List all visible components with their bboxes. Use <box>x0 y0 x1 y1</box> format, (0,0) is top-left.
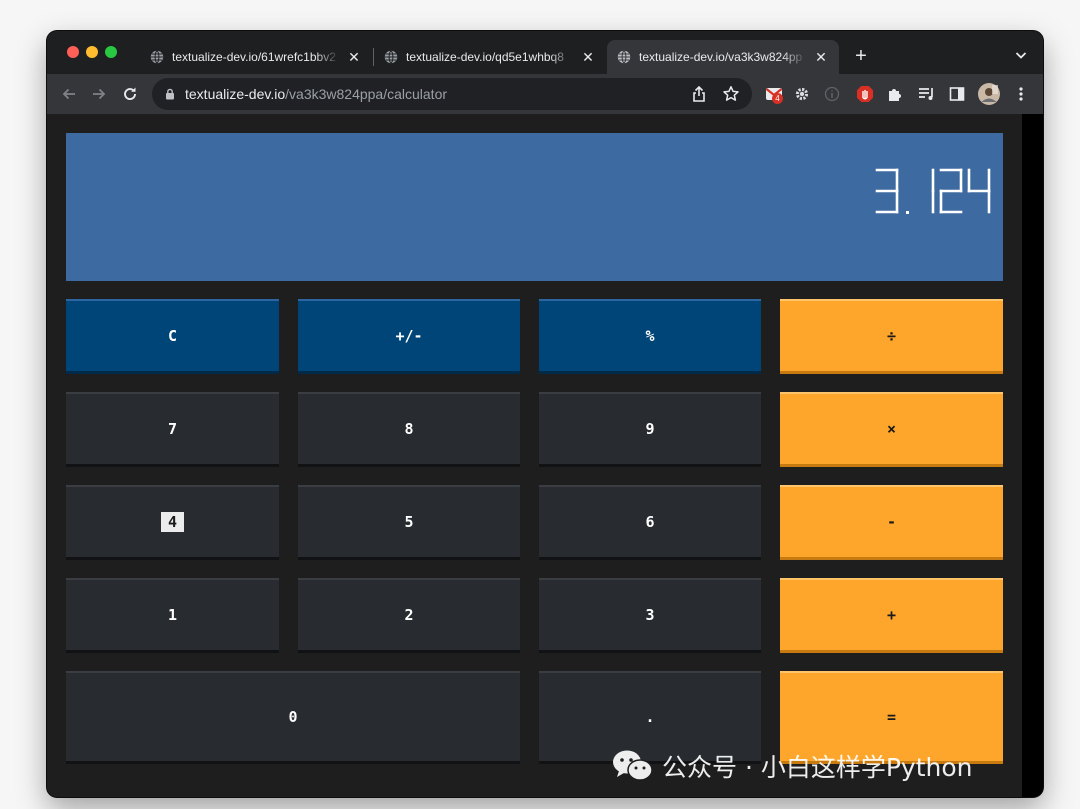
puzzle-icon[interactable] <box>885 84 905 104</box>
focused-key-label: 4 <box>160 512 185 532</box>
avatar[interactable] <box>978 83 1000 105</box>
reload-icon[interactable] <box>120 84 140 104</box>
star-icon[interactable] <box>722 85 740 103</box>
browser-window: textualize-dev.io/61wrefc1bbv2 ✕ textual… <box>47 31 1043 797</box>
clear-button[interactable]: C <box>66 299 279 374</box>
chat-bubble-icon <box>613 750 653 781</box>
display-digit <box>875 168 899 214</box>
tab-title: textualize-dev.io/va3k3w824pp <box>639 50 803 64</box>
share-icon[interactable] <box>690 85 708 103</box>
forward-icon[interactable] <box>89 84 109 104</box>
address-bar[interactable]: textualize-dev.io/va3k3w824ppa/calculato… <box>152 78 752 110</box>
tab-title: textualize-dev.io/qd5e1whbq8 <box>406 50 564 64</box>
key-1-button[interactable]: 1 <box>66 578 279 653</box>
tab-close-icon[interactable]: ✕ <box>813 49 829 65</box>
reading-list-icon[interactable] <box>917 84 937 104</box>
close-window-button[interactable] <box>67 46 79 58</box>
tab-1[interactable]: textualize-dev.io/61wrefc1bbv2 ✕ <box>140 40 372 74</box>
lock-icon <box>166 88 174 100</box>
browser-toolbar: textualize-dev.io/va3k3w824ppa/calculato… <box>47 74 1043 114</box>
tab-close-icon[interactable]: ✕ <box>580 49 596 65</box>
watermark: 公众号 · 小白这样学Python <box>612 748 973 784</box>
calculator-display <box>66 133 1003 281</box>
globe-icon <box>384 50 398 64</box>
key-7-button[interactable]: 7 <box>66 392 279 467</box>
chevron-down-icon[interactable] <box>1013 47 1029 63</box>
menu-icon[interactable] <box>1011 84 1031 104</box>
back-icon[interactable] <box>59 84 79 104</box>
zoom-window-button[interactable] <box>105 46 117 58</box>
extension-badge: 4 <box>772 93 783 104</box>
tab-2[interactable]: textualize-dev.io/qd5e1whbq8 ✕ <box>374 40 606 74</box>
url-host: textualize-dev.io <box>185 86 286 102</box>
stop-hand-icon[interactable] <box>855 84 875 104</box>
divide-button[interactable]: ÷ <box>780 299 1003 374</box>
extension-icon[interactable]: 4 <box>763 84 785 104</box>
minus-button[interactable]: - <box>780 485 1003 560</box>
key-4-button[interactable]: 4 <box>66 485 279 560</box>
key-9-button[interactable]: 9 <box>539 392 761 467</box>
tab-close-icon[interactable]: ✕ <box>346 49 362 65</box>
info-icon[interactable] <box>822 84 842 104</box>
display-decimal-point <box>906 211 909 214</box>
tab-3-active[interactable]: textualize-dev.io/va3k3w824pp ✕ <box>607 40 839 74</box>
key-5-button[interactable]: 5 <box>298 485 520 560</box>
url-path: /va3k3w824ppa/calculator <box>285 86 448 102</box>
url-text: textualize-dev.io/va3k3w824ppa/calculato… <box>185 86 447 102</box>
key-0-button[interactable]: 0 <box>66 671 520 764</box>
plus-button[interactable]: + <box>780 578 1003 653</box>
tab-strip: textualize-dev.io/61wrefc1bbv2 ✕ textual… <box>47 31 1043 74</box>
percent-button[interactable]: % <box>539 299 761 374</box>
gear-icon[interactable] <box>792 84 812 104</box>
globe-icon <box>617 50 631 64</box>
globe-icon <box>150 50 164 64</box>
page-edge <box>1022 114 1043 797</box>
minimize-window-button[interactable] <box>86 46 98 58</box>
key-6-button[interactable]: 6 <box>539 485 761 560</box>
key-8-button[interactable]: 8 <box>298 392 520 467</box>
calculator-app: C +/- % ÷ 7 8 9 × 4 5 6 - 1 2 3 + 0 . = <box>47 114 1022 797</box>
new-tab-button[interactable]: + <box>849 44 873 68</box>
key-2-button[interactable]: 2 <box>298 578 520 653</box>
sidebar-icon[interactable] <box>947 84 967 104</box>
plus-minus-button[interactable]: +/- <box>298 299 520 374</box>
multiply-button[interactable]: × <box>780 392 1003 467</box>
tab-title: textualize-dev.io/61wrefc1bbv2 <box>172 50 336 64</box>
display-value <box>875 168 991 214</box>
watermark-text: 公众号 · 小白这样学Python <box>662 753 973 782</box>
display-digit <box>939 168 963 214</box>
key-3-button[interactable]: 3 <box>539 578 761 653</box>
display-digit <box>967 168 991 214</box>
